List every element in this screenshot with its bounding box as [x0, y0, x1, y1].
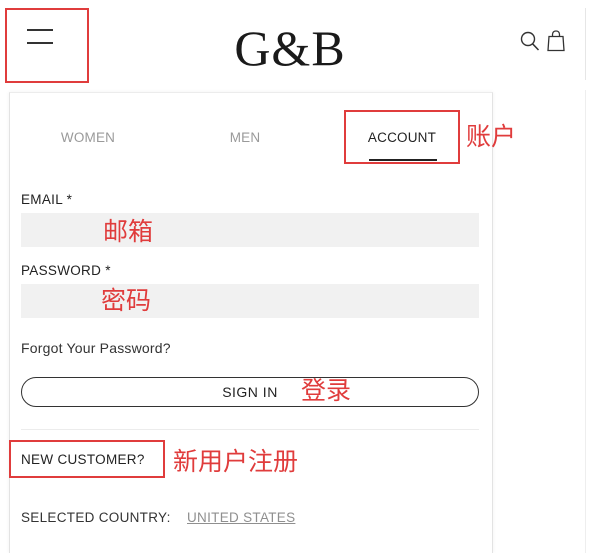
selected-country-label: SELECTED COUNTRY:: [21, 510, 171, 525]
annotation-password: 密码: [101, 286, 152, 315]
tab-men[interactable]: MEN: [205, 130, 285, 148]
email-field[interactable]: [21, 213, 479, 247]
hamburger-menu-icon[interactable]: [27, 29, 53, 45]
shopping-bag-icon[interactable]: [546, 30, 566, 52]
annotation-sign-in: 登录: [301, 376, 352, 405]
password-field[interactable]: [21, 284, 479, 318]
forgot-password-link[interactable]: Forgot Your Password?: [21, 340, 171, 356]
edge-divider: [585, 90, 586, 553]
annotation-account: 账户: [466, 122, 517, 151]
search-icon[interactable]: [520, 31, 540, 53]
account-highlight-box: [344, 110, 460, 164]
tab-women[interactable]: WOMEN: [40, 130, 136, 148]
annotation-new-customer: 新用户注册: [173, 447, 299, 476]
sign-in-button[interactable]: SIGN IN: [21, 377, 479, 407]
menu-highlight-box: [5, 8, 89, 83]
password-label: PASSWORD *: [21, 263, 111, 278]
email-label: EMAIL *: [21, 192, 73, 207]
brand-logo[interactable]: G&B: [228, 20, 352, 76]
annotation-email: 邮箱: [103, 217, 154, 246]
country-selector-link[interactable]: UNITED STATES: [187, 510, 295, 525]
edge-divider: [585, 8, 586, 80]
new-customer-link[interactable]: NEW CUSTOMER?: [21, 452, 145, 467]
section-divider: [21, 429, 479, 430]
